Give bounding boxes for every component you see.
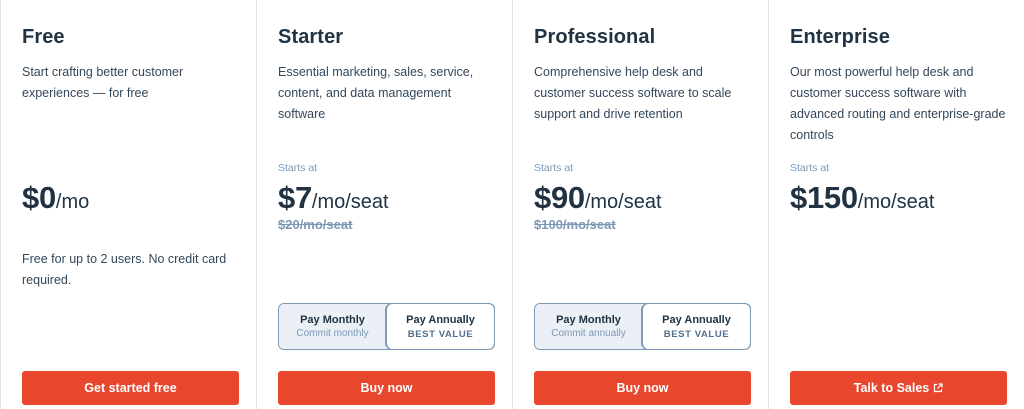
cta-label: Talk to Sales — [853, 381, 930, 395]
starts-at-label: Starts at — [790, 162, 830, 174]
option-label: Pay Monthly — [300, 314, 365, 326]
price-unit: /mo — [55, 191, 90, 213]
price-amount: $150 — [790, 180, 858, 215]
original-price: $100/mo/seat — [534, 217, 616, 232]
plan-price: $7/mo/seat — [278, 180, 389, 216]
buy-now-button[interactable]: Buy now — [278, 371, 495, 405]
pay-annually-option[interactable]: Pay Annually BEST VALUE — [386, 304, 494, 349]
plan-card-professional: Professional Comprehensive help desk and… — [513, 0, 769, 409]
starts-at-label: Starts at — [278, 162, 318, 174]
price-unit: /mo/seat — [584, 191, 662, 213]
plan-name: Starter — [278, 26, 344, 48]
price-amount: $0 — [22, 180, 56, 215]
cta-label: Get started free — [84, 381, 177, 395]
pay-monthly-option[interactable]: Pay Monthly Commit monthly — [279, 304, 386, 349]
cta-label: Buy now — [360, 381, 413, 395]
option-label: Pay Annually — [406, 313, 475, 326]
plan-price: $150/mo/seat — [790, 180, 934, 216]
pay-monthly-option[interactable]: Pay Monthly Commit annually — [535, 304, 642, 349]
pay-annually-option[interactable]: Pay Annually BEST VALUE — [642, 304, 750, 349]
pricing-plans: Free Start crafting better customer expe… — [0, 0, 1024, 409]
plan-name: Enterprise — [790, 26, 890, 48]
get-started-free-button[interactable]: Get started free — [22, 371, 239, 405]
billing-toggle: Pay Monthly Commit monthly Pay Annually … — [278, 303, 495, 350]
plan-description: Start crafting better customer experienc… — [22, 65, 184, 100]
external-link-icon — [933, 383, 943, 393]
option-label: Pay Annually — [662, 313, 731, 326]
best-value-badge: BEST VALUE — [407, 328, 474, 340]
plan-card-enterprise: Enterprise Our most powerful help desk a… — [769, 0, 1024, 409]
plan-description: Essential marketing, sales, service, con… — [278, 65, 474, 121]
plan-name: Professional — [534, 26, 656, 48]
price-unit: /mo/seat — [311, 191, 389, 213]
price-unit: /mo/seat — [857, 191, 935, 213]
cta-label: Buy now — [616, 381, 669, 395]
plan-description: Comprehensive help desk and customer suc… — [534, 65, 732, 121]
billing-toggle: Pay Monthly Commit annually Pay Annually… — [534, 303, 751, 350]
plan-price: $0/mo — [22, 180, 89, 216]
plan-name: Free — [22, 26, 65, 48]
plan-card-starter: Starter Essential marketing, sales, serv… — [257, 0, 513, 409]
best-value-badge: BEST VALUE — [663, 328, 730, 340]
plan-card-free: Free Start crafting better customer expe… — [0, 0, 257, 409]
original-price: $20/mo/seat — [278, 217, 353, 232]
price-amount: $90 — [534, 180, 585, 215]
plan-description: Our most powerful help desk and customer… — [790, 65, 1006, 142]
talk-to-sales-button[interactable]: Talk to Sales — [790, 371, 1007, 405]
plan-note: Free for up to 2 users. No credit card r… — [22, 252, 227, 287]
buy-now-button[interactable]: Buy now — [534, 371, 751, 405]
option-sublabel: Commit monthly — [296, 328, 369, 339]
starts-at-label: Starts at — [534, 162, 574, 174]
plan-price: $90/mo/seat — [534, 180, 662, 216]
option-label: Pay Monthly — [556, 314, 621, 326]
price-amount: $7 — [278, 180, 312, 215]
option-sublabel: Commit annually — [551, 328, 626, 339]
